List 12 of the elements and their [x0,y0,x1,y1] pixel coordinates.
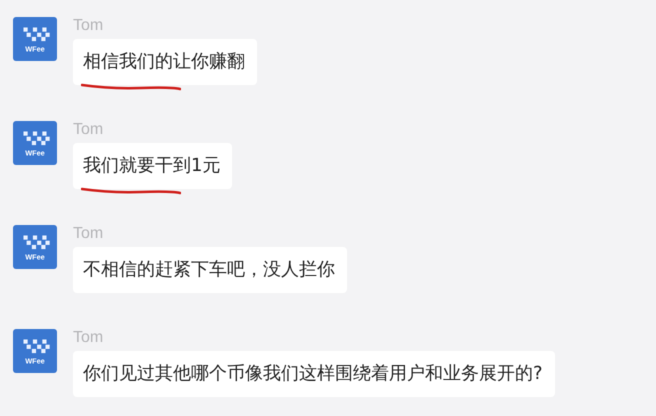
avatar[interactable]: WFee [13,225,57,269]
avatar[interactable]: WFee [13,17,57,61]
message-bubble: 不相信的赶紧下车吧，没人拦你 [73,247,347,293]
avatar[interactable]: WFee [13,121,57,165]
sender-name: Tom [73,120,104,139]
sender-name: Tom [73,16,104,35]
sender-name: Tom [73,224,104,243]
sender-name: Tom [73,328,104,347]
message-bubble: 相信我们的让你赚翻 [73,39,257,85]
message-bubble: 我们就要干到1元 [73,143,232,189]
avatar[interactable]: WFee [13,329,57,373]
message-bubble: 你们见过其他哪个币像我们这样围绕着用户和业务展开的? [73,351,555,397]
